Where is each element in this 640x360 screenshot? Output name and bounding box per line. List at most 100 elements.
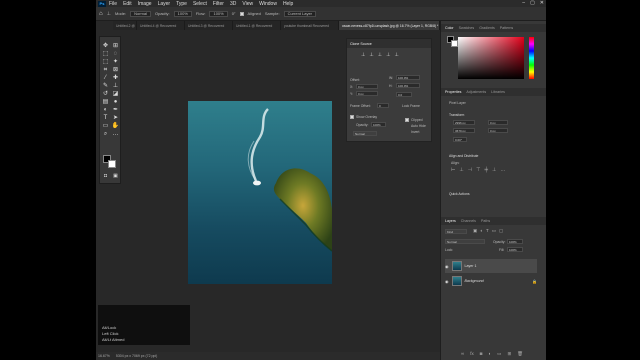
clone-source-5-icon[interactable]: ⊥ [394,52,398,58]
crop-tool-icon[interactable]: ⌗ [101,67,110,74]
doc-tab[interactable]: Untitled-3 @ Recovered [185,21,233,30]
screen-mode-icon[interactable]: ▣ [111,173,120,180]
menu-select[interactable]: Select [193,1,207,7]
clone-source-4-icon[interactable]: ⊥ [386,52,390,58]
link-layers-icon[interactable]: ∞ [461,351,464,357]
object-select-tool-icon[interactable]: ⬚ [101,59,110,66]
color-picker-field[interactable] [458,37,524,79]
align-top-icon[interactable]: ⊤ [476,167,480,173]
home-icon[interactable]: ⌂ [99,11,103,17]
show-overlay-checkbox[interactable] [350,115,354,119]
zoom-level[interactable]: 16.67% [98,354,110,358]
tab-paths[interactable]: Paths [481,219,490,223]
history-brush-tool-icon[interactable]: ↺ [101,91,110,98]
fill-field[interactable]: 100% [507,247,523,252]
marquee-tool-icon[interactable]: ⬚ [101,51,110,58]
clone-stamp-tool-icon[interactable]: ⊥ [107,11,111,17]
menu-file[interactable]: File [109,1,117,7]
x-offset-field[interactable]: 0 px [356,84,378,89]
quick-actions-section[interactable]: Quick Actions [449,192,470,196]
doc-tab[interactable]: Untitled-4 @ Recovered [137,21,185,30]
zoom-tool-icon[interactable]: ⌕ [101,131,110,138]
close-button[interactable]: ✕ [540,0,544,6]
document-image[interactable] [188,101,332,284]
doc-tab[interactable]: Untitled-1 @ Recovered [233,21,281,30]
filter-adjust-icon[interactable]: ◐ [480,228,483,234]
quick-mask-icon[interactable]: ◘ [101,173,110,180]
menu-edit[interactable]: Edit [123,1,132,7]
menu-window[interactable]: Window [259,1,277,7]
transform-w-field[interactable]: 2996 px [453,120,475,125]
hue-slider[interactable] [529,37,534,79]
overlay-blend-select[interactable]: Normal [353,131,377,136]
transform-x-field[interactable]: 0 px [488,120,508,125]
clipped-checkbox[interactable] [405,118,409,122]
move-tool-icon[interactable]: ✥ [101,43,110,50]
width-scale-field[interactable]: 100.0% [396,75,420,80]
tab-swatches[interactable]: Swatches [459,26,475,30]
brush-tool-icon[interactable]: ✎ [101,83,110,90]
doc-tab-active[interactable]: oscar-nevess-c87fp1t-unsplash.jpg @ 16.7… [339,21,440,30]
frame-offset-field[interactable]: 0 [377,103,389,108]
layer-opacity-field[interactable]: 100% [507,239,523,244]
lasso-tool-icon[interactable]: ◌ [111,51,120,58]
pen-tool-icon[interactable]: ✒ [111,107,120,114]
clone-source-3-icon[interactable]: ⊥ [378,52,382,58]
overlay-opacity-field[interactable]: 100% [371,122,386,127]
gradient-tool-icon[interactable]: ▤ [101,99,110,106]
align-right-icon[interactable]: ⊣ [468,167,472,173]
more-options-icon[interactable]: … [500,167,505,173]
menu-filter[interactable]: Filter [213,1,224,7]
align-middle-icon[interactable]: ╪ [484,167,488,173]
tab-adjustments[interactable]: Adjustments [466,90,486,94]
rectangle-tool-icon[interactable]: ▭ [101,123,110,130]
frame-tool-icon[interactable]: ⊠ [111,67,120,74]
tab-libraries[interactable]: Libraries [491,90,505,94]
sample-select[interactable]: Current Layer [283,10,317,17]
height-scale-field[interactable]: 100.0% [396,83,420,88]
maximize-button[interactable]: ▢ [530,0,535,6]
adjustment-layer-icon[interactable]: ◐ [488,351,491,357]
filter-type-icon[interactable]: T [486,228,489,234]
rotation-field[interactable]: 0.0 [396,92,412,97]
eyedropper-tool-icon[interactable]: ⁄ [101,75,110,82]
background-color-swatch[interactable] [108,160,116,168]
align-bottom-icon[interactable]: ⊥ [492,167,496,173]
tab-patterns[interactable]: Patterns [500,26,513,30]
transform-y-field[interactable]: 0 px [488,128,508,133]
transform-angle-field[interactable]: 0.00° [453,137,467,142]
eraser-tool-icon[interactable]: ◪ [111,91,120,98]
menu-layer[interactable]: Layer [158,1,171,7]
doc-tab[interactable]: Untitled-2 @ ... [113,21,137,30]
tab-layers[interactable]: Layers [445,219,456,223]
align-left-icon[interactable]: ⊢ [451,167,455,173]
spot-heal-tool-icon[interactable]: ✚ [111,75,120,82]
clone-source-1-icon[interactable]: ⊥ [361,52,365,58]
layer-filter-select[interactable]: Kind [445,229,467,234]
aligned-checkbox[interactable] [239,11,244,16]
flow-field[interactable]: 100% [209,10,228,17]
delete-layer-icon[interactable]: 🗑 [517,351,523,357]
transform-section[interactable]: Transform [449,113,464,117]
layer-row[interactable]: ◉ Layer 1 [445,259,537,273]
blur-tool-icon[interactable]: ● [111,99,120,106]
visibility-eye-icon[interactable]: ◉ [445,279,449,284]
clone-source-2-icon[interactable]: ⊥ [369,52,373,58]
bg-color-chip[interactable] [451,40,458,47]
layer-blend-select[interactable]: Normal [445,239,485,244]
magic-wand-tool-icon[interactable]: ✦ [111,59,120,66]
opacity-field[interactable]: 100% [173,10,192,17]
filter-shape-icon[interactable]: ▭ [492,228,496,234]
angle-field[interactable]: 0° [232,11,236,16]
layer-name[interactable]: Background [465,279,484,283]
type-tool-icon[interactable]: T [101,115,110,122]
hand-tool-icon[interactable]: ✋ [111,123,120,130]
tab-properties[interactable]: Properties [445,90,461,94]
mode-select[interactable]: Normal [130,10,151,17]
filter-pixel-icon[interactable]: ▣ [473,228,477,234]
new-group-icon[interactable]: ▭ [497,351,501,357]
menu-help[interactable]: Help [283,1,293,7]
align-section[interactable]: Align and Distribute [449,154,478,158]
add-mask-icon[interactable]: ◙ [480,351,483,357]
artboard-tool-icon[interactable]: ⊞ [111,43,120,50]
